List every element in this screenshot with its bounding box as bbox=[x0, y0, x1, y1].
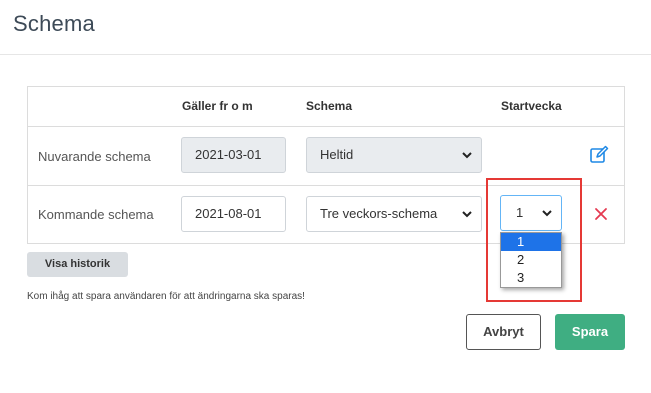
save-reminder-note: Kom ihåg att spara användaren för att än… bbox=[27, 291, 305, 302]
start-week-value: 1 bbox=[516, 205, 524, 220]
row-divider bbox=[28, 126, 624, 127]
chevron-down-icon bbox=[462, 211, 472, 218]
show-history-button[interactable]: Visa historik bbox=[27, 252, 128, 277]
start-week-option-3[interactable]: 3 bbox=[501, 269, 561, 287]
chevron-down-icon bbox=[542, 210, 552, 217]
cancel-button[interactable]: Avbryt bbox=[466, 314, 541, 350]
header-valid-from: Gäller fr o m bbox=[182, 99, 253, 113]
save-button[interactable]: Spara bbox=[555, 314, 625, 350]
page-header: Schema bbox=[0, 0, 651, 55]
upcoming-schedule-select[interactable]: Tre veckors-schema bbox=[306, 196, 482, 232]
current-schedule-value: Heltid bbox=[320, 147, 354, 162]
header-start-week: Startvecka bbox=[501, 99, 562, 113]
start-week-option-1[interactable]: 1 bbox=[501, 233, 561, 251]
start-week-select[interactable]: 1 bbox=[500, 195, 562, 231]
page-title: Schema bbox=[13, 11, 95, 36]
start-week-dropdown: 1 2 3 bbox=[500, 232, 562, 288]
header-schedule: Schema bbox=[306, 99, 353, 113]
upcoming-valid-from-field[interactable]: 2021-08-01 bbox=[181, 196, 286, 232]
current-schedule-select: Heltid bbox=[306, 137, 482, 173]
row-label-upcoming: Kommande schema bbox=[38, 207, 154, 222]
delete-icon[interactable] bbox=[591, 204, 611, 224]
start-week-option-2[interactable]: 2 bbox=[501, 251, 561, 269]
current-valid-from-field: 2021-03-01 bbox=[181, 137, 286, 173]
row-label-current: Nuvarande schema bbox=[38, 149, 151, 164]
upcoming-schedule-value: Tre veckors-schema bbox=[320, 206, 438, 221]
chevron-down-icon bbox=[462, 152, 472, 159]
edit-icon[interactable] bbox=[589, 145, 609, 165]
